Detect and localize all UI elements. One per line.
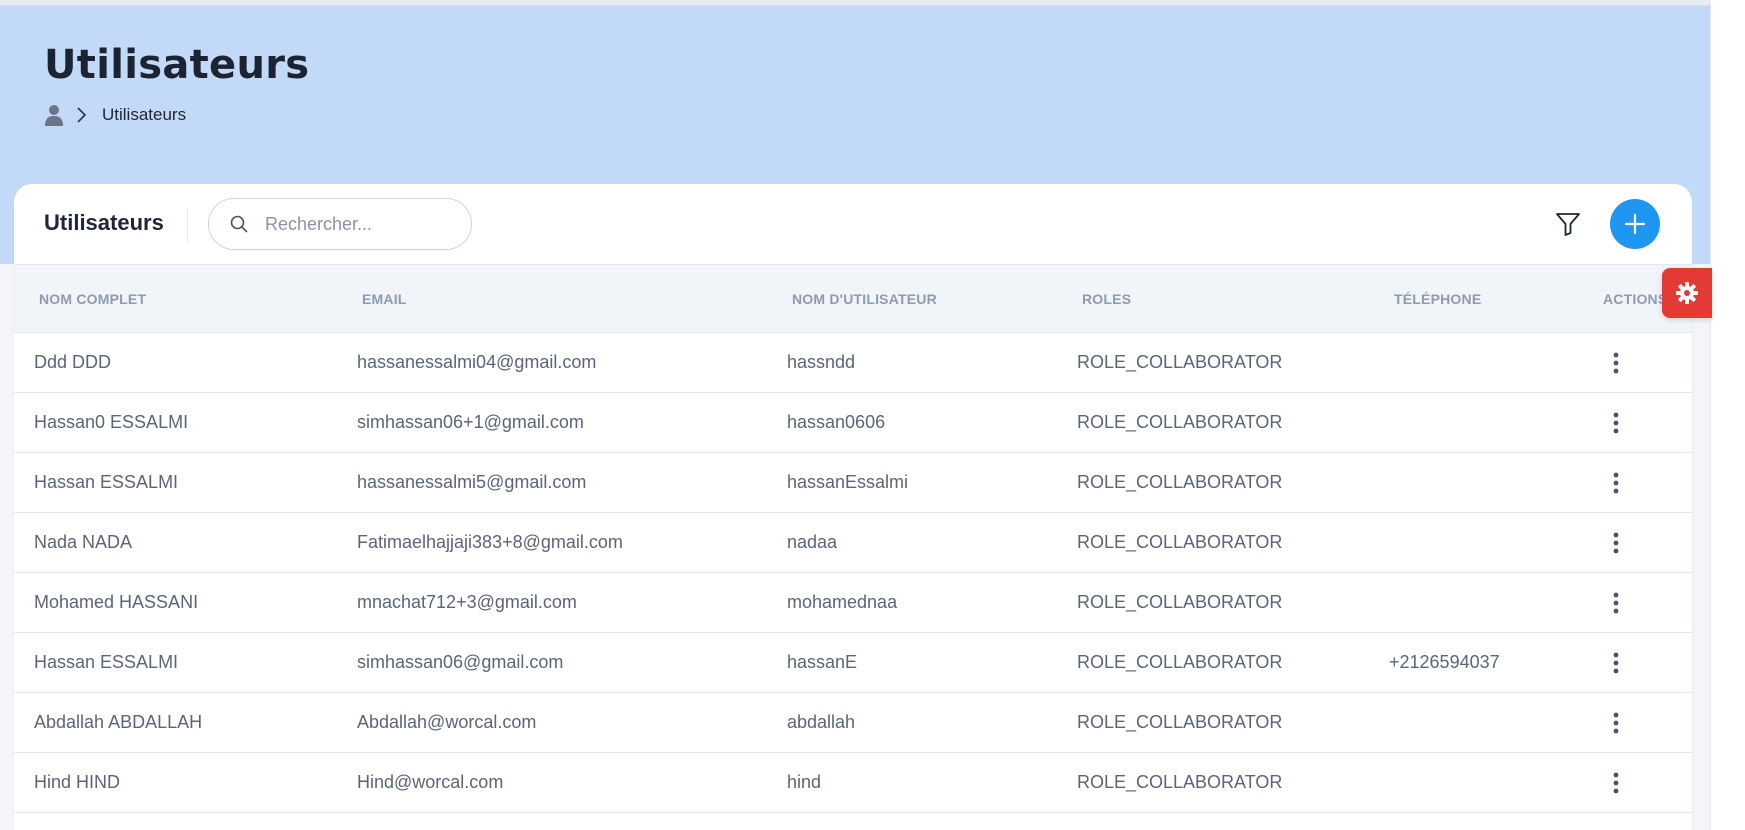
cell-username: hassndd [787,352,856,372]
table-row[interactable]: Hind HIND Hind@worcal.com hind ROLE_COLLABO… [14,753,1692,813]
cell-username: hassanE [787,652,858,672]
column-header-full-name[interactable]: NOM COMPLET [39,291,146,307]
table-header: NOM COMPLET EMAIL NOM D'UTILISATEUR ROLE… [14,264,1692,333]
cell-role: ROLE_COLLABORATOR [1077,652,1283,672]
row-actions-button[interactable] [1602,349,1630,377]
card-toolbar: Utilisateurs [14,184,1692,264]
cell-username: mohamednaa [787,592,898,612]
card-title: Utilisateurs [44,210,164,235]
cell-username: abdallah [787,712,856,732]
table-row[interactable]: Hassan0 ESSALMI simhassan06+1@gmail.com ha… [14,393,1692,453]
cell-full-name: Ddd DDD [34,352,112,372]
row-actions-button[interactable] [1602,769,1630,797]
cell-full-name: Hind HIND [34,772,121,792]
cell-email: Hind@worcal.com [357,772,504,792]
page-title: Utilisateurs [44,42,310,88]
cell-username: nadaa [787,532,838,552]
search-box[interactable] [208,198,472,250]
cell-role: ROLE_COLLABORATOR [1077,412,1283,432]
cell-role: ROLE_COLLABORATOR [1077,592,1283,612]
cell-username: hassanEssalmi [787,472,909,492]
row-actions-button[interactable] [1602,709,1630,737]
breadcrumb: Utilisateurs [44,102,186,128]
cell-username: hassan0606 [787,412,886,432]
search-icon [229,214,249,234]
cell-email: Fatimaelhajjaji383+8@gmail.com [357,532,623,552]
cell-phone: +2126594037 [1389,652,1500,672]
more-vertical-icon [1613,412,1619,434]
add-user-button[interactable] [1610,199,1660,249]
cell-full-name: Abdallah ABDALLAH [34,712,203,732]
cell-full-name: Hassan0 ESSALMI [34,412,189,432]
row-actions-button[interactable] [1602,589,1630,617]
search-input[interactable] [265,199,455,249]
cell-full-name: Hassan ESSALMI [34,652,179,672]
scrollbar-track[interactable] [1710,0,1745,830]
column-header-username[interactable]: NOM D'UTILISATEUR [792,291,937,307]
cell-full-name: Mohamed HASSANI [34,592,199,612]
cell-full-name: Hassan ESSALMI [34,472,179,492]
row-actions-button[interactable] [1602,409,1630,437]
cell-full-name: Nada NADA [34,532,133,552]
cell-email: simhassan06@gmail.com [357,652,564,672]
cell-email: simhassan06+1@gmail.com [357,412,584,432]
cell-role: ROLE_COLLABORATOR [1077,772,1283,792]
column-header-actions: ACTIONS [1603,291,1668,307]
more-vertical-icon [1613,352,1619,374]
users-table: NOM COMPLET EMAIL NOM D'UTILISATEUR ROLE… [14,264,1692,813]
gear-icon [1676,282,1698,304]
filter-button[interactable] [1550,206,1586,242]
more-vertical-icon [1613,472,1619,494]
cell-email: mnachat712+3@gmail.com [357,592,577,612]
chevron-right-icon [74,105,88,125]
more-vertical-icon [1613,592,1619,614]
table-body: Ddd DDD hassanessalmi04@gmail.com hassndd R… [14,333,1692,813]
table-row[interactable]: Ddd DDD hassanessalmi04@gmail.com hassndd R… [14,333,1692,393]
row-actions-button[interactable] [1602,469,1630,497]
table-row[interactable]: Hassan ESSALMI hassanessalmi5@gmail.com ha… [14,453,1692,513]
table-row[interactable]: Nada NADA Fatimaelhajjaji383+8@gmail.com n… [14,513,1692,573]
breadcrumb-current: Utilisateurs [102,105,187,124]
table-row[interactable]: Hassan ESSALMI simhassan06@gmail.com hassa… [14,633,1692,693]
toolbar-divider [187,208,188,242]
table-row[interactable]: Mohamed HASSANI mnachat712+3@gmail.com moh… [14,573,1692,633]
cell-role: ROLE_COLLABORATOR [1077,472,1283,492]
cell-role: ROLE_COLLABORATOR [1077,532,1283,552]
more-vertical-icon [1613,652,1619,674]
column-header-email[interactable]: EMAIL [362,291,407,307]
cell-email: hassanessalmi5@gmail.com [357,472,587,492]
column-header-phone[interactable]: TÉLÉPHONE [1394,291,1481,307]
cell-username: hind [787,772,822,792]
filter-icon [1556,213,1580,236]
more-vertical-icon [1613,772,1619,794]
more-vertical-icon [1613,532,1619,554]
more-vertical-icon [1613,712,1619,734]
users-card: Utilisateurs NOM COMPLET EMAIL NOM D'UTI… [14,184,1692,830]
plus-icon [1624,213,1646,235]
row-actions-button[interactable] [1602,529,1630,557]
cell-role: ROLE_COLLABORATOR [1077,352,1283,372]
settings-button[interactable] [1662,268,1712,318]
cell-email: Abdallah@worcal.com [357,712,537,732]
row-actions-button[interactable] [1602,649,1630,677]
cell-role: ROLE_COLLABORATOR [1077,712,1283,732]
user-icon[interactable] [44,102,64,128]
column-header-roles[interactable]: ROLES [1082,291,1131,307]
cell-email: hassanessalmi04@gmail.com [357,352,597,372]
table-row[interactable]: Abdallah ABDALLAH Abdallah@worcal.com abda… [14,693,1692,753]
